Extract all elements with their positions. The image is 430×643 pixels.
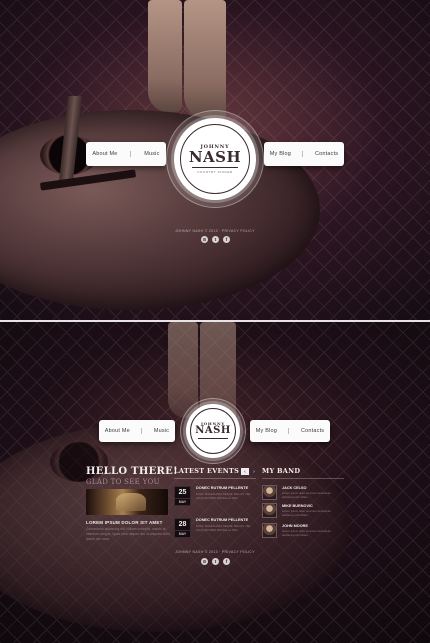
nav-separator [141, 428, 143, 434]
post-title[interactable]: LOREM IPSUM DOLOR SIT AMET [86, 520, 163, 525]
nav-separator [288, 428, 290, 434]
member-name[interactable]: MIKE BURNOVIC [282, 504, 313, 508]
event-item[interactable]: 25 MAY DONEC RUTRUM PELLENTE NUNC MALESU… [174, 486, 258, 510]
member-name[interactable]: JACK CELSO [282, 486, 306, 490]
event-item[interactable]: 28 MAY DONEC RUTRUM PELLENTE NUNC MALESU… [174, 518, 258, 542]
logo-rule [198, 438, 228, 439]
prev-arrow-icon[interactable]: ‹ [241, 468, 249, 475]
avatar [262, 485, 277, 500]
nav-right: My Blog Contacts [250, 420, 330, 442]
footer-copyright: JOHNNY NASH © 2013 · PRIVACY POLICY [175, 550, 255, 554]
logo-tagline: COUNTRY SINGER [197, 170, 233, 174]
logo-badge[interactable]: JOHNNY NASH COUNTRY SINGER [174, 118, 256, 200]
welcome-heading: HELLO THERE! [86, 466, 178, 477]
facebook-icon[interactable]: f [223, 236, 230, 243]
landing-preview: About Me Music My Blog Contacts JOHNNY N… [0, 0, 430, 320]
nav-right: My Blog Contacts [264, 142, 344, 166]
nav-my-blog[interactable]: My Blog [270, 151, 291, 157]
nav-separator [302, 151, 304, 157]
events-divider [174, 478, 256, 479]
guitar-photo [0, 322, 430, 643]
avatar [262, 503, 277, 518]
events-pager: ‹ › [241, 468, 258, 475]
rss-icon[interactable]: ⊙ [201, 558, 208, 565]
footer-copyright: JOHNNY NASH © 2013 · PRIVACY POLICY [175, 229, 255, 233]
twitter-icon[interactable]: t [212, 236, 219, 243]
event-day: 25 [175, 487, 190, 499]
nav-left: About Me Music [86, 142, 166, 166]
twitter-icon[interactable]: t [212, 558, 219, 565]
welcome-subheading: GLAD TO SEE YOU [86, 478, 160, 486]
event-month: MAY [178, 500, 187, 504]
logo-last-name: NASH [188, 148, 242, 166]
post-text: Consectetur adipiscing elit. Nullam conv… [86, 527, 170, 541]
events-heading: LATEST EVENTS [174, 467, 240, 475]
logo-rule [192, 167, 238, 168]
social-links: ⊙ t f [201, 236, 230, 243]
nav-separator [130, 151, 132, 157]
facebook-icon[interactable]: f [223, 558, 230, 565]
nav-my-blog[interactable]: My Blog [256, 428, 277, 434]
social-links: ⊙ t f [201, 558, 230, 565]
event-date: 25 MAY [174, 486, 191, 506]
event-title[interactable]: DONEC RUTRUM PELLENTE [196, 518, 248, 522]
event-text: NUNC MALESUADA NEQUE TELLUS, VEL ALIQUAM… [196, 524, 251, 532]
band-member[interactable]: JOHN MOORE Lorem ipsum dolor sit amet co… [262, 523, 346, 541]
member-text: Lorem ipsum dolor sit amet consectetur a… [282, 491, 331, 499]
nav-contacts[interactable]: Contacts [301, 428, 324, 434]
member-text: Lorem ipsum dolor sit amet consectetur a… [282, 529, 331, 537]
event-month: MAY [178, 532, 187, 536]
nav-music[interactable]: Music [154, 428, 169, 434]
nav-about-me[interactable]: About Me [105, 428, 130, 434]
avatar [262, 523, 277, 538]
event-text: NUNC MALESUADA NEQUE TELLUS, VEL ALIQUAM… [196, 492, 251, 500]
member-name[interactable]: JOHN MOORE [282, 524, 308, 528]
event-day: 28 [175, 519, 190, 531]
welcome-photo[interactable] [86, 489, 168, 515]
logo-badge[interactable]: JOHNNY NASH [186, 404, 240, 458]
band-divider [262, 478, 344, 479]
band-member[interactable]: MIKE BURNOVIC Lorem ipsum dolor sit amet… [262, 503, 346, 521]
event-title[interactable]: DONEC RUTRUM PELLENTE [196, 486, 248, 490]
nav-about-me[interactable]: About Me [92, 151, 117, 157]
event-date: 28 MAY [174, 518, 191, 538]
nav-left: About Me Music [99, 420, 175, 442]
nav-music[interactable]: Music [144, 151, 159, 157]
logo-last-name: NASH [195, 425, 231, 436]
next-arrow-icon[interactable]: › [250, 468, 258, 475]
rss-icon[interactable]: ⊙ [201, 236, 208, 243]
band-heading: MY BAND [262, 467, 301, 475]
nav-contacts[interactable]: Contacts [315, 151, 338, 157]
band-member[interactable]: JACK CELSO Lorem ipsum dolor sit amet co… [262, 485, 346, 503]
member-text: Lorem ipsum dolor sit amet consectetur a… [282, 509, 331, 517]
home-preview [0, 322, 430, 643]
